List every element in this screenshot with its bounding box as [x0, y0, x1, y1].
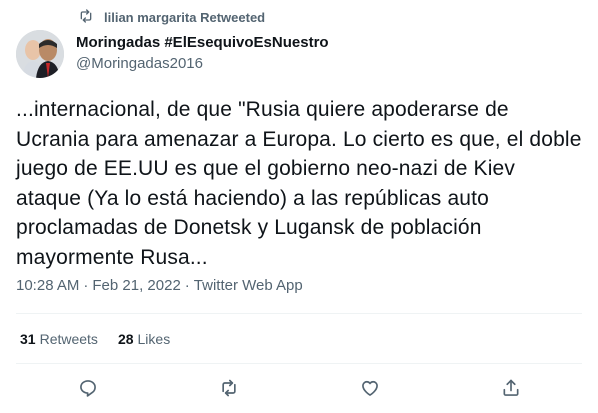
likes-count: 28 [117, 331, 134, 347]
tweet-actions [0, 378, 598, 402]
retweet-icon [219, 378, 239, 403]
reply-icon [78, 378, 98, 403]
author-handle[interactable]: @Moringadas2016 [76, 54, 329, 74]
meta-separator: · [184, 277, 190, 294]
divider [16, 313, 582, 314]
retweets-label: Retweets [39, 331, 98, 347]
like-button[interactable] [358, 378, 382, 402]
likes-label: Likes [137, 331, 171, 347]
share-icon [501, 378, 521, 403]
retweet-notice: lilian margarita Retweeted [78, 8, 265, 27]
author-info: Moringadas #ElEsequivoEsNuestro @Moringa… [76, 33, 329, 74]
tweet-date[interactable]: Feb 21, 2022 [92, 277, 180, 294]
tweet-text: ...internacional, de que "Rusia quiere a… [16, 98, 582, 269]
tweet-source[interactable]: Twitter Web App [194, 277, 303, 294]
tweet-stats: 31 Retweets 28 Likes [20, 331, 170, 347]
meta-separator: · [83, 277, 89, 294]
author-name[interactable]: Moringadas #ElEsequivoEsNuestro [76, 33, 329, 53]
heart-icon [360, 378, 380, 403]
divider [16, 363, 582, 364]
avatar[interactable] [16, 30, 64, 78]
retweets-count: 31 [20, 331, 36, 347]
tweet-time[interactable]: 10:28 AM [16, 277, 79, 294]
retweet-notice-text[interactable]: lilian margarita Retweeted [104, 10, 265, 25]
retweets-stat[interactable]: 31 Retweets [20, 331, 98, 347]
tweet-meta: 10:28 AM · Feb 21, 2022 · Twitter Web Ap… [16, 277, 303, 294]
share-button[interactable] [499, 378, 523, 402]
likes-stat[interactable]: 28 Likes [118, 331, 170, 347]
retweet-button[interactable] [217, 378, 241, 402]
retweet-icon [78, 8, 94, 27]
reply-button[interactable] [76, 378, 100, 402]
